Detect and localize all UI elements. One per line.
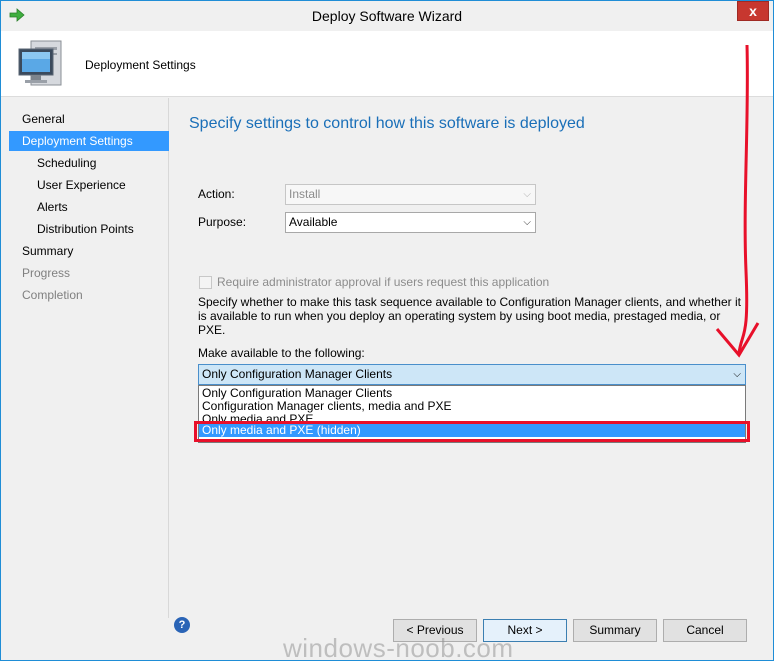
annotation-highlight-box bbox=[194, 421, 750, 442]
make-available-value: Only Configuration Manager Clients bbox=[202, 367, 393, 381]
wizard-header: Deployment Settings bbox=[1, 31, 773, 97]
action-select: Install ⌵ bbox=[285, 184, 536, 205]
nav-item-general[interactable]: General bbox=[9, 109, 169, 129]
nav-item-deployment-settings[interactable]: Deployment Settings bbox=[9, 131, 169, 151]
nav-item-alerts[interactable]: Alerts bbox=[9, 197, 169, 217]
action-label: Action: bbox=[198, 187, 235, 201]
chevron-down-icon: ⌵ bbox=[523, 217, 531, 228]
approval-checkbox bbox=[199, 276, 212, 289]
page-heading: Specify settings to control how this sof… bbox=[189, 115, 585, 132]
nav-item-distribution-points[interactable]: Distribution Points bbox=[9, 219, 169, 239]
nav-item-progress: Progress bbox=[22, 266, 71, 280]
help-icon[interactable]: ? bbox=[174, 617, 190, 633]
availability-description: Specify whether to make this task sequen… bbox=[198, 295, 741, 337]
make-available-combobox[interactable]: Only Configuration Manager Clients ⌵ bbox=[198, 364, 746, 385]
approval-checkbox-label: Require administrator approval if users … bbox=[217, 275, 550, 289]
make-available-label: Make available to the following: bbox=[198, 346, 365, 360]
nav-item-scheduling[interactable]: Scheduling bbox=[9, 153, 169, 173]
chevron-down-icon[interactable]: ⌵ bbox=[733, 365, 741, 384]
watermark: windows-noob.com bbox=[283, 633, 514, 661]
purpose-value: Available bbox=[289, 215, 338, 229]
wizard-nav: General Deployment Settings Scheduling U… bbox=[1, 98, 169, 618]
window-title: Deploy Software Wizard bbox=[311, 8, 463, 24]
wizard-window: Deploy Software Wizard x Deployment Sett… bbox=[0, 0, 774, 661]
close-button[interactable]: x bbox=[737, 1, 769, 21]
purpose-label: Purpose: bbox=[198, 215, 247, 229]
header-title: Deployment Settings bbox=[85, 58, 196, 72]
cancel-button[interactable]: Cancel bbox=[663, 619, 747, 642]
purpose-select[interactable]: Available ⌵ bbox=[285, 212, 536, 233]
nav-item-completion: Completion bbox=[22, 288, 83, 302]
computer-icon bbox=[18, 40, 62, 86]
nav-item-summary[interactable]: Summary bbox=[9, 241, 169, 261]
action-value: Install bbox=[289, 187, 321, 201]
nav-item-user-experience[interactable]: User Experience bbox=[9, 175, 169, 195]
summary-button[interactable]: Summary bbox=[573, 619, 657, 642]
chevron-down-icon: ⌵ bbox=[523, 189, 531, 200]
title-bar: Deploy Software Wizard x bbox=[1, 1, 773, 31]
content-pane: Specify settings to control how this sof… bbox=[170, 98, 773, 633]
